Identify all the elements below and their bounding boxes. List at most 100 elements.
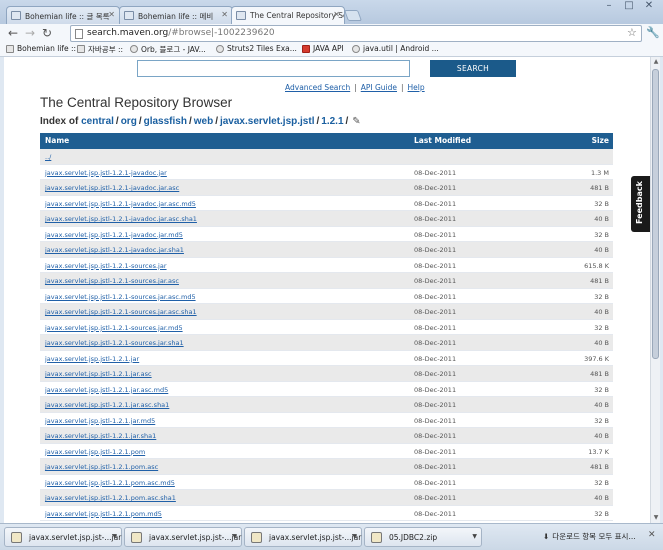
size-cell: 13.7 K [588,447,609,456]
pencil-icon[interactable]: ✎ [352,116,360,127]
scroll-down-icon[interactable]: ▼ [652,514,660,522]
download-item[interactable]: javax.servlet.jsp.jst-...jar ▼ [124,527,242,547]
show-all-downloads-link[interactable]: ⬇ 다운로드 항목 모두 표시... [543,531,636,542]
size-cell: 32 B [594,385,609,394]
bookmark-item[interactable]: Bohemian life :: [6,44,76,53]
minimize-icon[interactable]: – [599,0,619,14]
search-input[interactable] [137,60,410,77]
last-modified-cell: 08-Dec-2011 [414,261,457,270]
tab-bohemian-memo[interactable]: Bohemian life :: 메비 ✕ [119,6,233,24]
file-link[interactable]: javax.servlet.jsp.jstl-1.2.1-javadoc.jar… [45,231,183,239]
last-modified-cell: 08-Dec-2011 [414,184,457,192]
file-link[interactable]: javax.servlet.jsp.jstl-1.2.1.jar.sha1 [45,432,156,440]
scroll-thumb[interactable] [652,69,659,359]
back-arrow-icon[interactable]: ← [8,26,18,40]
download-item[interactable]: 05.JDBC2.zip ▼ [364,527,482,547]
last-modified-cell: 08-Dec-2011 [414,292,457,301]
file-link[interactable]: javax.servlet.jsp.jstl-1.2.1.pom.asc [45,463,158,471]
help-link[interactable]: Help [408,83,425,92]
file-link[interactable]: javax.servlet.jsp.jstl-1.2.1.jar.asc [45,370,152,378]
close-window-icon[interactable]: ✕ [639,0,659,14]
separator: | [401,83,404,92]
tab-central-repository[interactable]: The Central Repository Se ✕ [231,6,345,25]
download-item[interactable]: javax.servlet.jsp.jst-...jar ▼ [244,527,362,547]
window-controls: – □ ✕ [599,0,659,14]
chevron-down-icon[interactable]: ▼ [112,533,117,540]
file-link[interactable]: javax.servlet.jsp.jstl-1.2.1-javadoc.jar… [45,215,197,223]
file-link[interactable]: javax.servlet.jsp.jstl-1.2.1-sources.jar [45,262,167,270]
bookmark-item[interactable]: Struts2 Tiles Exa... [216,44,297,53]
close-icon[interactable]: ✕ [333,10,340,19]
size-cell: 481 B [590,463,609,471]
file-link[interactable]: javax.servlet.jsp.jstl-1.2.1-sources.jar… [45,308,197,316]
crumb-glassfish[interactable]: glassfish [144,116,187,127]
maximize-icon[interactable]: □ [619,0,639,14]
search-button[interactable]: SEARCH [430,60,516,77]
crumb-version[interactable]: 1.2.1 [321,116,343,127]
file-link[interactable]: javax.servlet.jsp.jstl-1.2.1-javadoc.jar [45,169,167,177]
bookmark-item[interactable]: Orb, 블로그 - JAV... [130,44,206,55]
forward-arrow-icon[interactable]: → [25,26,35,40]
table-row: javax.servlet.jsp.jstl-1.2.1-sources.jar… [40,257,613,273]
crumb-web[interactable]: web [194,116,213,127]
file-link[interactable]: javax.servlet.jsp.jstl-1.2.1-javadoc.jar… [45,200,196,208]
file-link[interactable]: javax.servlet.jsp.jstl-1.2.1.pom.md5 [45,510,162,518]
download-item[interactable]: javax.servlet.jsp.jst-...jar ▼ [4,527,122,547]
crumb-org[interactable]: org [121,116,137,127]
header-name[interactable]: Name [45,136,69,145]
table-row: javax.servlet.jsp.jstl-1.2.1.pom 08-Dec-2… [40,443,613,459]
file-link[interactable]: javax.servlet.jsp.jstl-1.2.1-javadoc.jar… [45,246,184,254]
file-link[interactable]: javax.servlet.jsp.jstl-1.2.1-sources.jar… [45,324,183,332]
bookmark-item[interactable]: java.util | Android ... [352,44,439,53]
file-link[interactable]: javax.servlet.jsp.jstl-1.2.1.pom.asc.sha… [45,494,176,502]
tab-bohemian-list[interactable]: Bohemian life :: 글 목록 ✕ [6,6,120,24]
page-icon [6,45,14,53]
api-guide-link[interactable]: API Guide [361,83,397,92]
advanced-search-link[interactable]: Advanced Search [285,83,350,92]
last-modified-cell: 08-Dec-2011 [414,246,457,254]
file-link[interactable]: javax.servlet.jsp.jstl-1.2.1.jar.asc.sha… [45,401,169,409]
separator: / [345,116,349,127]
file-link[interactable]: javax.servlet.jsp.jstl-1.2.1-sources.jar… [45,277,179,285]
bookmark-item[interactable]: JAVA API [302,44,344,53]
file-link[interactable]: javax.servlet.jsp.jstl-1.2.1.pom [45,448,145,456]
reload-icon[interactable]: ↻ [42,26,52,40]
page-icon [77,45,85,53]
bookmark-item[interactable]: 자바공부 :: [77,44,123,55]
header-last-modified[interactable]: Last Modified [414,136,471,145]
close-icon[interactable]: ✕ [108,10,115,19]
separator: / [316,116,320,127]
close-icon[interactable]: ✕ [648,530,656,540]
file-link[interactable]: javax.servlet.jsp.jstl-1.2.1.pom.asc.md5 [45,479,175,487]
last-modified-cell: 08-Dec-2011 [414,230,457,239]
address-bar[interactable]: search.maven.org/#browse|-1002239620 [70,25,642,42]
new-tab-button[interactable] [343,10,363,21]
globe-icon [130,45,138,53]
download-arrow-icon: ⬇ [543,532,550,541]
file-link[interactable]: javax.servlet.jsp.jstl-1.2.1-sources.jar… [45,293,196,301]
file-link[interactable]: javax.servlet.jsp.jstl-1.2.1-javadoc.jar… [45,184,179,192]
wrench-icon[interactable]: 🔧 [646,26,660,39]
chevron-down-icon[interactable]: ▼ [472,533,477,540]
crumb-central[interactable]: central [81,116,114,127]
close-icon[interactable]: ✕ [221,10,228,19]
page-content: SEARCH Advanced Search | API Guide | Help Th… [4,57,650,523]
chevron-down-icon[interactable]: ▼ [232,533,237,540]
file-link[interactable]: javax.servlet.jsp.jstl-1.2.1.jar.asc.md5 [45,386,168,394]
scroll-up-icon[interactable]: ▲ [652,58,660,66]
tab-label: Bohemian life :: 메비 [138,12,214,21]
header-size[interactable]: Size [592,136,609,145]
bookmark-star-icon[interactable]: ☆ [627,26,637,39]
vertical-scrollbar[interactable]: ▲ ▼ [650,57,660,523]
file-link[interactable]: javax.servlet.jsp.jstl-1.2.1-sources.jar… [45,339,184,347]
chevron-down-icon[interactable]: ▼ [352,533,357,540]
show-all-label: 다운로드 항목 모두 표시... [552,532,636,541]
feedback-button[interactable]: Feedback [631,176,651,232]
size-cell: 40 B [594,432,609,440]
size-cell: 40 B [594,308,609,316]
file-link[interactable]: ../ [45,153,51,161]
crumb-artifact[interactable]: javax.servlet.jsp.jstl [220,116,315,127]
page-icon [236,11,246,20]
file-link[interactable]: javax.servlet.jsp.jstl-1.2.1.jar.md5 [45,417,155,425]
file-link[interactable]: javax.servlet.jsp.jstl-1.2.1.jar [45,355,139,363]
